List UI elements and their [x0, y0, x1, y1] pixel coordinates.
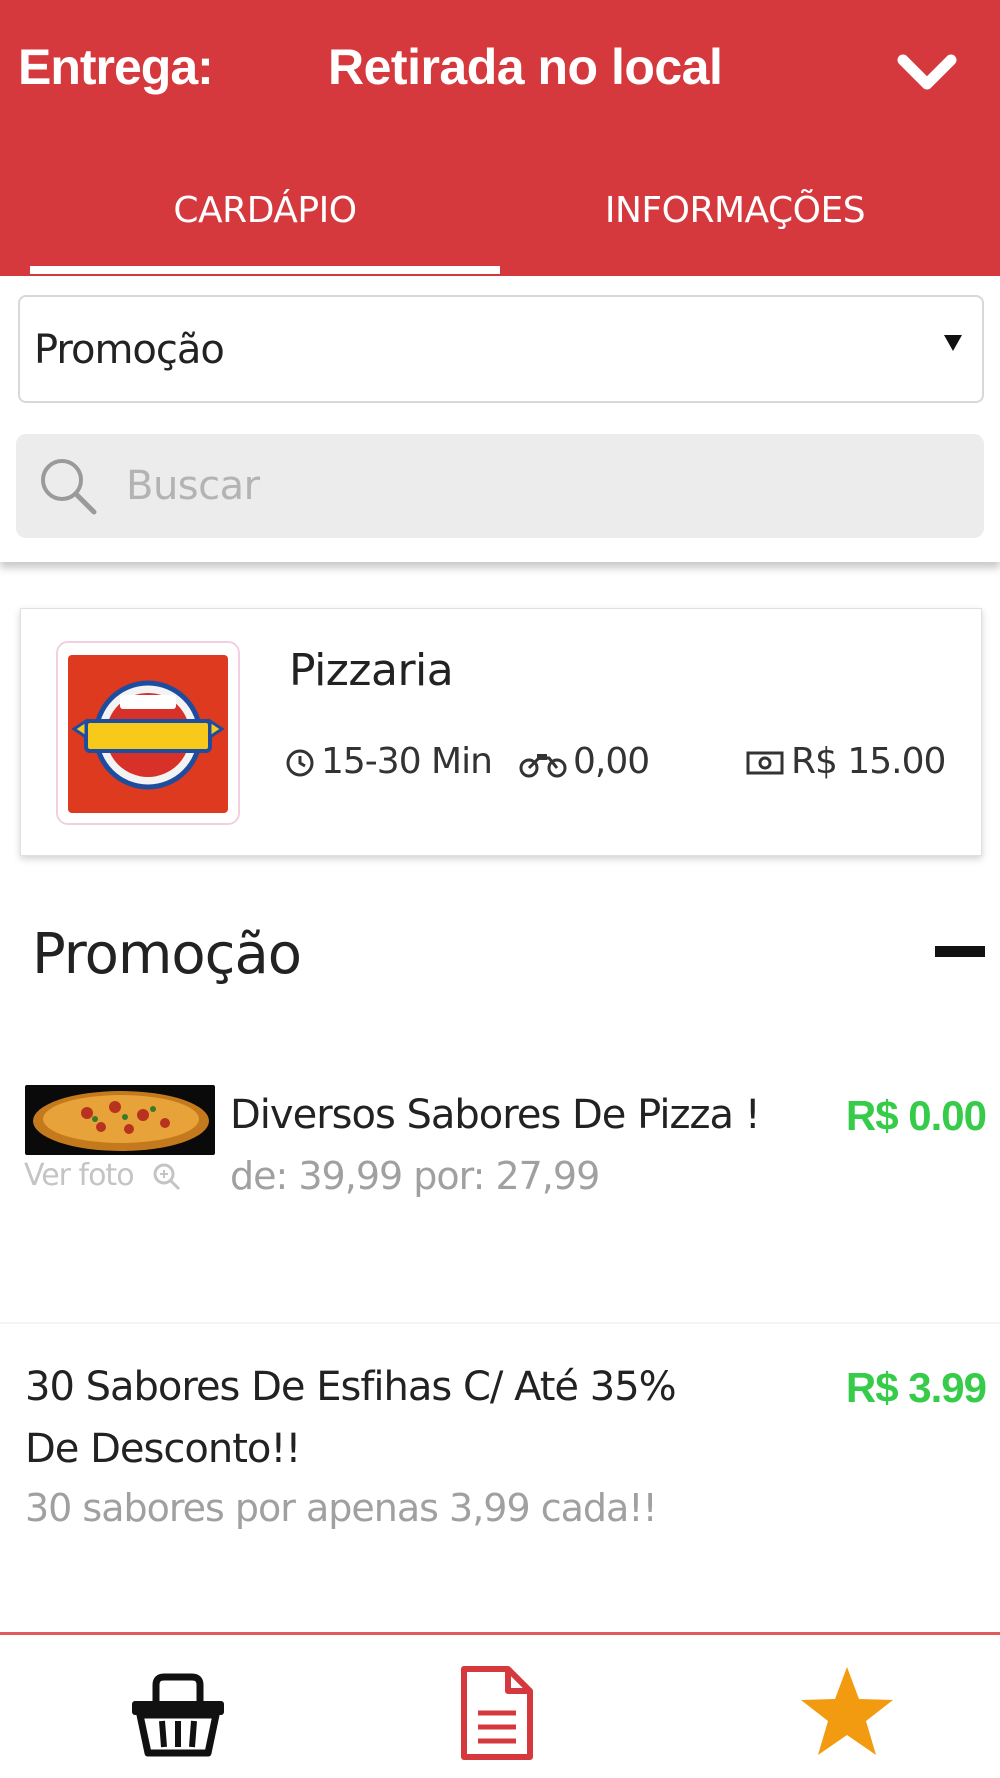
minimum-order: R$ 15.00	[745, 741, 946, 782]
pizza-photo[interactable]	[25, 1085, 215, 1155]
tab-cardapio[interactable]: CARDÁPIO	[30, 190, 500, 246]
pizza-logo-icon	[71, 680, 225, 790]
product-item[interactable]: Ver foto Diversos Sabores De Pizza ! de:…	[0, 1050, 1000, 1322]
search-icon	[41, 459, 97, 515]
bottom-navigation	[0, 1632, 1000, 1778]
product-description: 30 sabores por apenas 3,99 cada!!	[25, 1486, 658, 1530]
star-icon[interactable]	[797, 1663, 897, 1763]
zoom-in-icon	[153, 1163, 181, 1190]
chevron-down-icon[interactable]	[895, 48, 959, 98]
category-select[interactable]: Promoção	[18, 295, 984, 403]
delivery-label: Entrega:	[18, 39, 214, 95]
motorcycle-icon	[519, 754, 567, 778]
delivery-time: 15-30 Min	[285, 741, 493, 782]
store-card[interactable]: Pizzaria 15-30 Min 0,00 R$ 15.00	[20, 608, 982, 856]
product-price: R$ 0.00	[845, 1092, 987, 1139]
minimum-order-value: R$ 15.00	[791, 741, 946, 782]
filter-panel: Promoção	[0, 276, 1000, 562]
product-description: de: 39,99 por: 27,99	[230, 1154, 600, 1198]
view-photo-label: Ver foto	[24, 1158, 135, 1193]
product-name: Diversos Sabores De Pizza !	[230, 1092, 761, 1138]
store-name: Pizzaria	[289, 645, 454, 696]
delivery-fee-value: 0,00	[573, 741, 650, 782]
search-bar[interactable]	[16, 434, 984, 538]
tab-informacoes[interactable]: INFORMAÇÕES	[500, 190, 970, 246]
store-logo	[56, 641, 240, 825]
product-name: 30 Sabores De Esfihas C/ Até 35% De Desc…	[25, 1364, 677, 1472]
pizza-image-icon	[33, 1091, 209, 1151]
category-select-value: Promoção	[34, 327, 225, 373]
delivery-time-value: 15-30 Min	[321, 741, 493, 782]
section-title: Promoção	[32, 922, 302, 987]
delivery-mode-select[interactable]: Retirada no local	[328, 38, 723, 96]
top-header: Entrega: Retirada no local CARDÁPIO INFO…	[0, 0, 1000, 276]
basket-icon[interactable]	[128, 1663, 228, 1763]
search-input[interactable]	[126, 456, 926, 516]
view-photo-link[interactable]: Ver foto	[24, 1158, 182, 1193]
active-tab-indicator	[30, 266, 500, 274]
document-icon[interactable]	[446, 1663, 546, 1763]
caret-down-icon	[944, 335, 962, 351]
clock-icon	[286, 749, 314, 777]
product-price: R$ 3.99	[845, 1364, 987, 1411]
minus-icon[interactable]	[935, 946, 985, 957]
delivery-fee: 0,00	[519, 741, 650, 782]
product-item[interactable]: 30 Sabores De Esfihas C/ Até 35% De Desc…	[0, 1322, 1000, 1586]
money-icon	[746, 751, 784, 775]
